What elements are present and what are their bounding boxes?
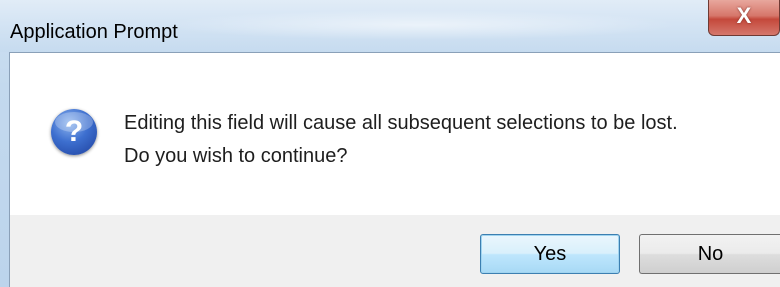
question-mark-glyph: ? xyxy=(64,115,84,148)
window-title: Application Prompt xyxy=(10,21,178,43)
dialog-content: ? Editing this field will cause all subs… xyxy=(9,52,780,287)
title-bar[interactable]: Application Prompt X xyxy=(0,0,780,52)
dialog-window: Application Prompt X ? Editing this fiel… xyxy=(0,0,780,287)
close-icon: X xyxy=(736,3,752,28)
message-line-1: Editing this field will cause all subseq… xyxy=(124,112,678,134)
question-icon: ? xyxy=(51,109,97,155)
message-line-2: Do you wish to continue? xyxy=(124,145,348,167)
message-area: ? Editing this field will cause all subs… xyxy=(10,53,780,215)
close-button[interactable]: X xyxy=(708,0,780,36)
no-button[interactable]: No xyxy=(639,234,780,274)
yes-button[interactable]: Yes xyxy=(480,234,620,274)
